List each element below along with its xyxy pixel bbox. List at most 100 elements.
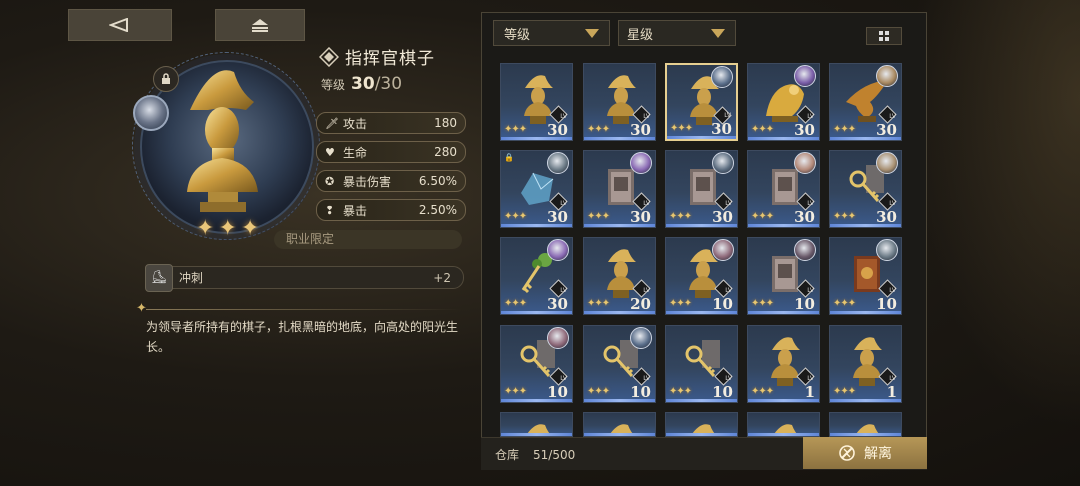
card-level: 30: [876, 121, 897, 139]
character-avatar: [876, 239, 898, 261]
back-arrow-icon: [109, 18, 128, 32]
level-tag: LV: [560, 375, 567, 382]
item-description: 为领导者所持有的棋子，扎根黑暗的地底，向高处的阳光生长。: [146, 320, 459, 354]
inventory-card[interactable]: LV ✦✦✦ 30: [583, 63, 656, 141]
stat-label: 暴击伤害: [343, 174, 392, 189]
sword-icon: 🗡: [325, 116, 339, 130]
inventory-card[interactable]: LV ✦✦✦ 30: [747, 150, 820, 228]
character-avatar: [547, 152, 569, 174]
back-button[interactable]: [68, 9, 172, 41]
star-icon: ✦: [196, 216, 215, 241]
star-rating: ✦✦✦: [833, 211, 856, 222]
storage-label: 仓库: [495, 448, 520, 462]
inventory-card[interactable]: LV ✦✦✦ 30: [665, 63, 738, 141]
item-thumbnail: [680, 421, 726, 436]
card-level: 30: [711, 120, 732, 138]
inventory-card[interactable]: LV ✦✦✦ 30: [500, 237, 573, 315]
release-label: 解离: [864, 446, 892, 462]
level-sort-dropdown[interactable]: 等级: [493, 20, 610, 46]
level-tag: LV: [560, 200, 567, 207]
inventory-card[interactable]: [829, 412, 902, 437]
character-avatar: [711, 66, 733, 88]
card-level: 10: [712, 383, 733, 401]
release-button[interactable]: 解离: [803, 437, 927, 469]
crit-damage-icon: ✪: [325, 174, 335, 188]
inventory-card[interactable]: LV ✦✦✦ 30: [747, 63, 820, 141]
card-level: 30: [876, 208, 897, 226]
level-tag: LV: [807, 113, 814, 120]
inventory-card[interactable]: 🔒 LV ✦✦✦ 30: [500, 150, 573, 228]
item-thumbnail: [515, 421, 561, 436]
menu-button[interactable]: [215, 9, 305, 41]
inventory-card[interactable]: LV ✦✦✦ 1: [829, 325, 902, 403]
stat-label: 暴击: [343, 203, 368, 218]
level-tag: LV: [643, 287, 650, 294]
skill-row[interactable]: ⛸ 冲刺 +2: [145, 263, 464, 292]
inventory-card[interactable]: LV ✦✦✦ 30: [583, 150, 656, 228]
inventory-card[interactable]: LV ✦✦✦ 30: [500, 63, 573, 141]
level-label: 等级: [321, 78, 346, 92]
level-tag: LV: [725, 287, 732, 294]
heart-icon: ♥: [325, 145, 335, 159]
lock-toggle-button[interactable]: [153, 66, 179, 92]
inventory-card[interactable]: LV ✦✦✦ 1: [747, 325, 820, 403]
level-tag: LV: [807, 200, 814, 207]
level-tag: LV: [889, 113, 896, 120]
card-level: 30: [630, 208, 651, 226]
level-tag: LV: [889, 287, 896, 294]
stat-value: 6.50%: [418, 174, 457, 188]
star-rating: ✦✦✦: [833, 386, 856, 397]
level-max: /30: [374, 74, 403, 94]
chess-piece-type-icon: [319, 46, 339, 67]
inventory-card[interactable]: [500, 412, 573, 437]
card-level: 30: [794, 121, 815, 139]
equipped-character-avatar[interactable]: [133, 95, 169, 131]
view-toggle-button[interactable]: [866, 27, 902, 45]
level-tag: LV: [560, 287, 567, 294]
item-thumbnail: [598, 421, 644, 436]
card-level: 30: [547, 295, 568, 313]
card-level: 30: [547, 208, 568, 226]
card-level: 30: [547, 121, 568, 139]
level-tag: LV: [889, 375, 896, 382]
star-sort-dropdown[interactable]: 星级: [618, 20, 736, 46]
inventory-card[interactable]: [747, 412, 820, 437]
card-level: 10: [547, 383, 568, 401]
inventory-card[interactable]: LV ✦✦✦ 10: [665, 325, 738, 403]
inventory-card[interactable]: LV ✦✦✦ 20: [583, 237, 656, 315]
star-rating: ✦✦✦: [587, 298, 610, 309]
stat-value: 2.50%: [418, 203, 457, 217]
character-avatar: [712, 239, 734, 261]
star-rating: ✦✦✦: [670, 123, 693, 134]
inventory-card[interactable]: LV ✦✦✦ 30: [829, 150, 902, 228]
inventory-card[interactable]: LV ✦✦✦ 10: [583, 325, 656, 403]
item-star-rating: ✦ ✦ ✦: [196, 216, 259, 241]
card-level: 30: [794, 208, 815, 226]
divider: [146, 309, 462, 310]
item-name: 指挥官棋子: [345, 49, 435, 69]
dismantle-icon: [839, 445, 855, 461]
inventory-card[interactable]: LV ✦✦✦ 10: [829, 237, 902, 315]
star-rating: ✦✦✦: [751, 124, 774, 135]
inventory-card[interactable]: LV ✦✦✦ 10: [747, 237, 820, 315]
character-avatar: [630, 152, 652, 174]
inventory-card[interactable]: LV ✦✦✦ 10: [500, 325, 573, 403]
star-rating: ✦✦✦: [833, 298, 856, 309]
character-avatar: [712, 152, 734, 174]
item-thumbnail: [844, 421, 890, 436]
inventory-card[interactable]: LV ✦✦✦ 30: [829, 63, 902, 141]
lock-icon: 🔒: [504, 153, 514, 162]
star-rating: ✦✦✦: [751, 211, 774, 222]
card-level: 10: [876, 295, 897, 313]
level-tag: LV: [643, 375, 650, 382]
stat-label: 攻击: [343, 116, 368, 131]
inventory-card[interactable]: LV ✦✦✦ 30: [665, 150, 738, 228]
character-avatar: [630, 327, 652, 349]
inventory-card[interactable]: [665, 412, 738, 437]
star-rating: ✦✦✦: [669, 386, 692, 397]
class-restriction-badge: 职业限定: [274, 230, 462, 249]
inventory-card[interactable]: LV ✦✦✦ 10: [665, 237, 738, 315]
inventory-card[interactable]: [583, 412, 656, 437]
star-icon: ✦: [240, 216, 260, 241]
star-rating: ✦✦✦: [587, 211, 610, 222]
